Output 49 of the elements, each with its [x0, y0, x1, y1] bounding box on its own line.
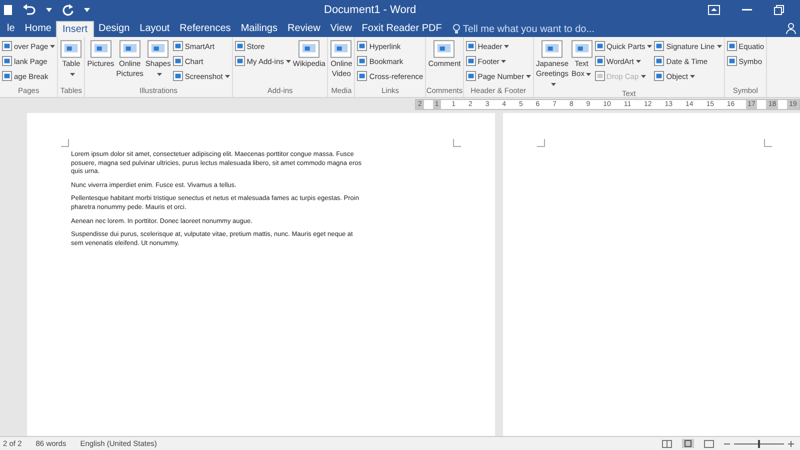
zoom-slider-icon[interactable]: [724, 440, 794, 448]
minimize-icon[interactable]: [742, 9, 752, 11]
command-icon: [357, 71, 368, 81]
ribbon-tab[interactable]: Home: [20, 21, 56, 37]
command-icon: [466, 56, 476, 66]
command-icon: [234, 41, 245, 51]
command-icon: [594, 56, 605, 66]
web-layout-icon[interactable]: [704, 440, 714, 448]
redo-icon[interactable]: [62, 4, 74, 16]
command-icon: [726, 41, 737, 51]
command-icon: [654, 71, 664, 81]
ribbon-tab[interactable]: Foxit Reader PDF: [356, 21, 447, 37]
customize-caret-icon[interactable]: [84, 8, 90, 12]
caret-icon[interactable]: [46, 8, 52, 12]
corner-mark-icon: [61, 139, 69, 147]
command-icon: [234, 56, 245, 66]
ribbon-tab[interactable]: Design: [94, 21, 135, 37]
undo-icon[interactable]: [22, 4, 36, 16]
command-icon: [594, 71, 605, 81]
command-icon: [654, 56, 664, 66]
command-icon: [172, 56, 183, 66]
corner-mark-icon: [537, 139, 545, 147]
command-icon: [357, 56, 368, 66]
window-title: Document1 - Word: [324, 4, 418, 16]
ribbon-tab[interactable]: Layout: [134, 21, 175, 37]
command-icon: [172, 71, 183, 81]
read-mode-icon[interactable]: [662, 440, 672, 448]
ribbon-tab[interactable]: View: [325, 21, 357, 37]
print-layout-icon[interactable]: [682, 439, 694, 448]
corner-mark-icon: [764, 139, 772, 147]
command-icon: [726, 56, 737, 66]
command-icon: [654, 41, 664, 51]
command-icon: [594, 41, 605, 51]
ribbon-tab[interactable]: Insert: [56, 21, 94, 37]
tell-me-field[interactable]: Tell me what you want to do...: [452, 21, 633, 37]
restore-icon[interactable]: [774, 5, 784, 15]
ribbon-tab[interactable]: le: [2, 21, 20, 37]
corner-mark-icon: [453, 139, 461, 147]
save-icon[interactable]: [4, 4, 12, 16]
command-icon: [466, 41, 476, 51]
command-icon: [466, 71, 476, 81]
lightbulb-icon: [452, 24, 460, 34]
ribbon-tab[interactable]: References: [174, 21, 236, 37]
ribbon-tab[interactable]: Mailings: [236, 21, 282, 37]
command-icon: [357, 41, 368, 51]
person-icon[interactable]: [786, 23, 796, 34]
ribbon-tab[interactable]: Review: [282, 21, 326, 37]
ribbon-display-icon[interactable]: [708, 5, 720, 15]
command-icon: [172, 41, 183, 51]
